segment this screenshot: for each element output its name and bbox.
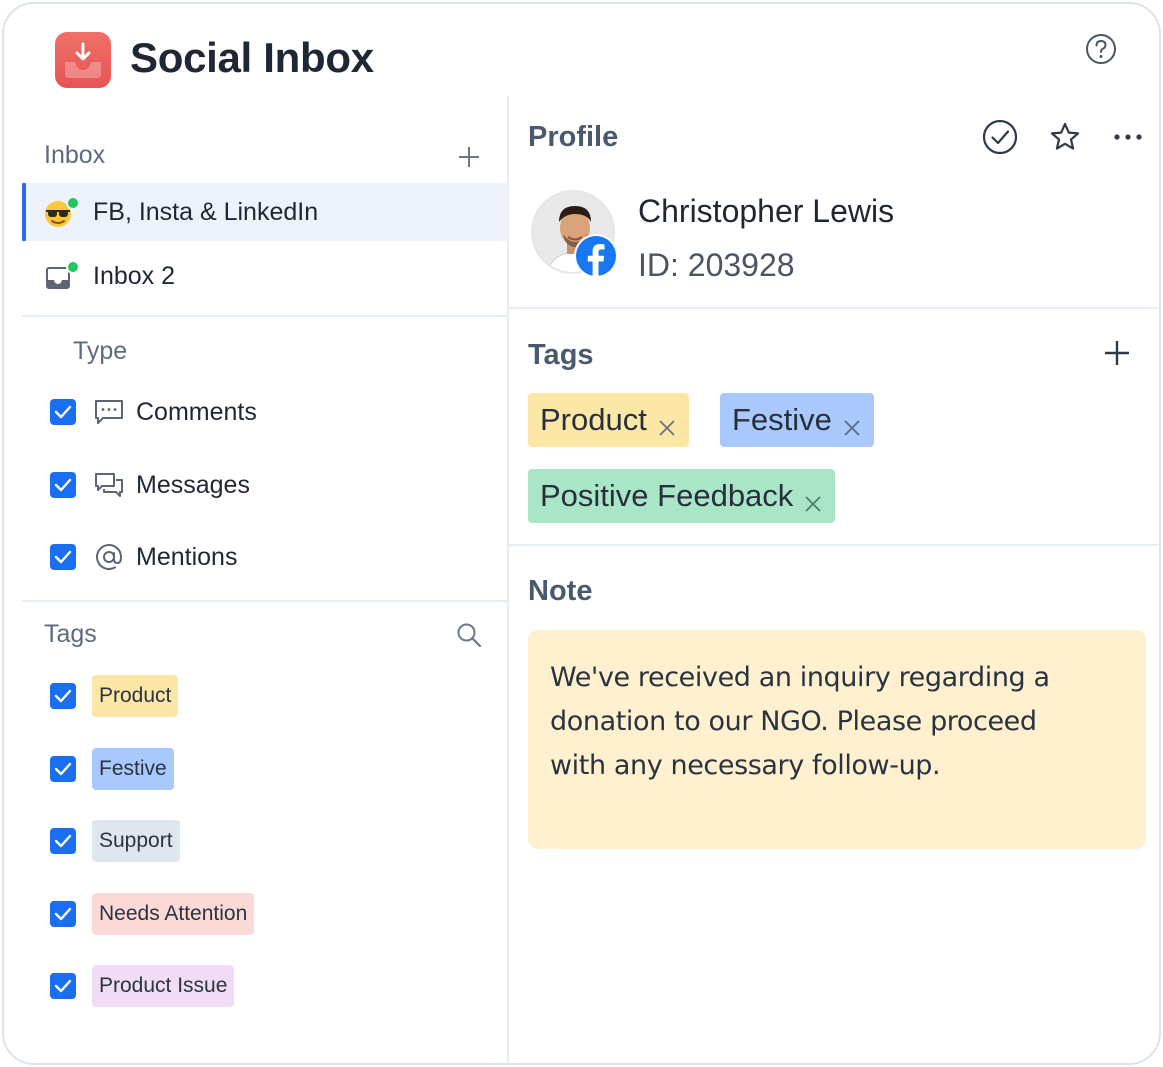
comments-label: Comments <box>136 397 257 426</box>
inbox-item-label: Inbox 2 <box>93 261 176 290</box>
remove-tag-close-icon[interactable] <box>842 410 862 436</box>
mentions-label: Mentions <box>136 542 238 571</box>
tag-chip-product: Product <box>92 675 179 717</box>
app-window: Social Inbox Inbox FB, Insta & LinkedIn … <box>2 2 1161 1065</box>
tag-filter-row[interactable]: Needs Attention <box>50 893 255 935</box>
tag-filter-row[interactable]: Product Issue <box>50 965 235 1007</box>
sunglasses-emoji-icon <box>44 196 80 227</box>
inbox-item-inbox-2[interactable]: Inbox 2 <box>22 247 508 305</box>
tags-section-label: Tags <box>44 620 97 648</box>
more-horizontal-icon[interactable] <box>1111 124 1145 150</box>
tag-filter-row[interactable]: Support <box>50 820 180 862</box>
divider <box>509 544 1159 546</box>
type-row-mentions[interactable]: Mentions <box>50 537 237 577</box>
inbox-section-label: Inbox <box>44 141 106 169</box>
remove-tag-close-icon[interactable] <box>657 410 677 436</box>
divider <box>509 307 1159 309</box>
tag-chip-festive: Festive <box>92 748 174 790</box>
note-section-title: Note <box>528 575 593 607</box>
tag-checkbox[interactable] <box>50 828 76 854</box>
tag-filter-row[interactable]: Product <box>50 675 179 717</box>
inbox-item-fb-insta-linkedin[interactable]: FB, Insta & LinkedIn <box>22 183 508 241</box>
profile-name: Christopher Lewis <box>638 193 895 229</box>
tag-chip-needs-attention: Needs Attention <box>92 893 255 935</box>
type-row-messages[interactable]: Messages <box>50 465 250 505</box>
inbox-item-label: FB, Insta & LinkedIn <box>93 197 319 226</box>
remove-tag-close-icon[interactable] <box>803 486 823 512</box>
inbox-tray-icon <box>44 260 80 291</box>
facebook-icon <box>573 233 619 279</box>
tag-checkbox[interactable] <box>50 901 76 927</box>
messages-checkbox[interactable] <box>50 472 76 498</box>
assigned-tag-festive: Festive <box>720 393 874 447</box>
tag-chip-product-issue: Product Issue <box>92 965 235 1007</box>
comment-icon <box>94 397 124 427</box>
tag-label: Festive <box>732 402 832 437</box>
note-box[interactable]: We've received an inquiry regarding a do… <box>528 630 1146 849</box>
tag-chip-support: Support <box>92 820 180 862</box>
add-tag-plus-icon[interactable] <box>1102 338 1132 368</box>
tag-filter-row[interactable]: Festive <box>50 748 174 790</box>
note-line: We've received an inquiry regarding a <box>550 662 1050 693</box>
add-inbox-plus-icon[interactable] <box>456 144 482 170</box>
check-circle-icon[interactable] <box>981 118 1019 156</box>
star-icon[interactable] <box>1049 121 1081 153</box>
messages-label: Messages <box>136 470 250 499</box>
profile-id: ID: 203928 <box>638 247 795 283</box>
type-section-label: Type <box>73 337 128 365</box>
type-row-comments[interactable]: Comments <box>50 392 257 432</box>
detail-panel: Profile Christopher Lewis ID: 203928 Tag… <box>509 4 1159 1063</box>
tag-checkbox[interactable] <box>50 683 76 709</box>
divider <box>22 600 508 602</box>
comments-checkbox[interactable] <box>50 399 76 425</box>
assigned-tag-positive-feedback: Positive Feedback <box>528 469 836 523</box>
mentions-checkbox[interactable] <box>50 544 76 570</box>
divider <box>22 315 508 317</box>
tag-checkbox[interactable] <box>50 756 76 782</box>
tag-label: Product <box>540 402 647 437</box>
assigned-tag-product: Product <box>528 393 689 447</box>
profile-section-title: Profile <box>528 121 619 153</box>
tag-label: Positive Feedback <box>540 478 794 513</box>
note-line: with any necessary follow-up. <box>550 750 941 781</box>
note-line: donation to our NGO. Please proceed <box>550 706 1037 737</box>
at-icon <box>94 542 124 572</box>
messages-icon <box>94 470 124 500</box>
sidebar: Inbox FB, Insta & LinkedIn Inbox 2 Type … <box>4 4 508 1063</box>
tags-panel-title: Tags <box>528 339 594 371</box>
search-icon[interactable] <box>455 621 483 649</box>
tag-checkbox[interactable] <box>50 973 76 999</box>
